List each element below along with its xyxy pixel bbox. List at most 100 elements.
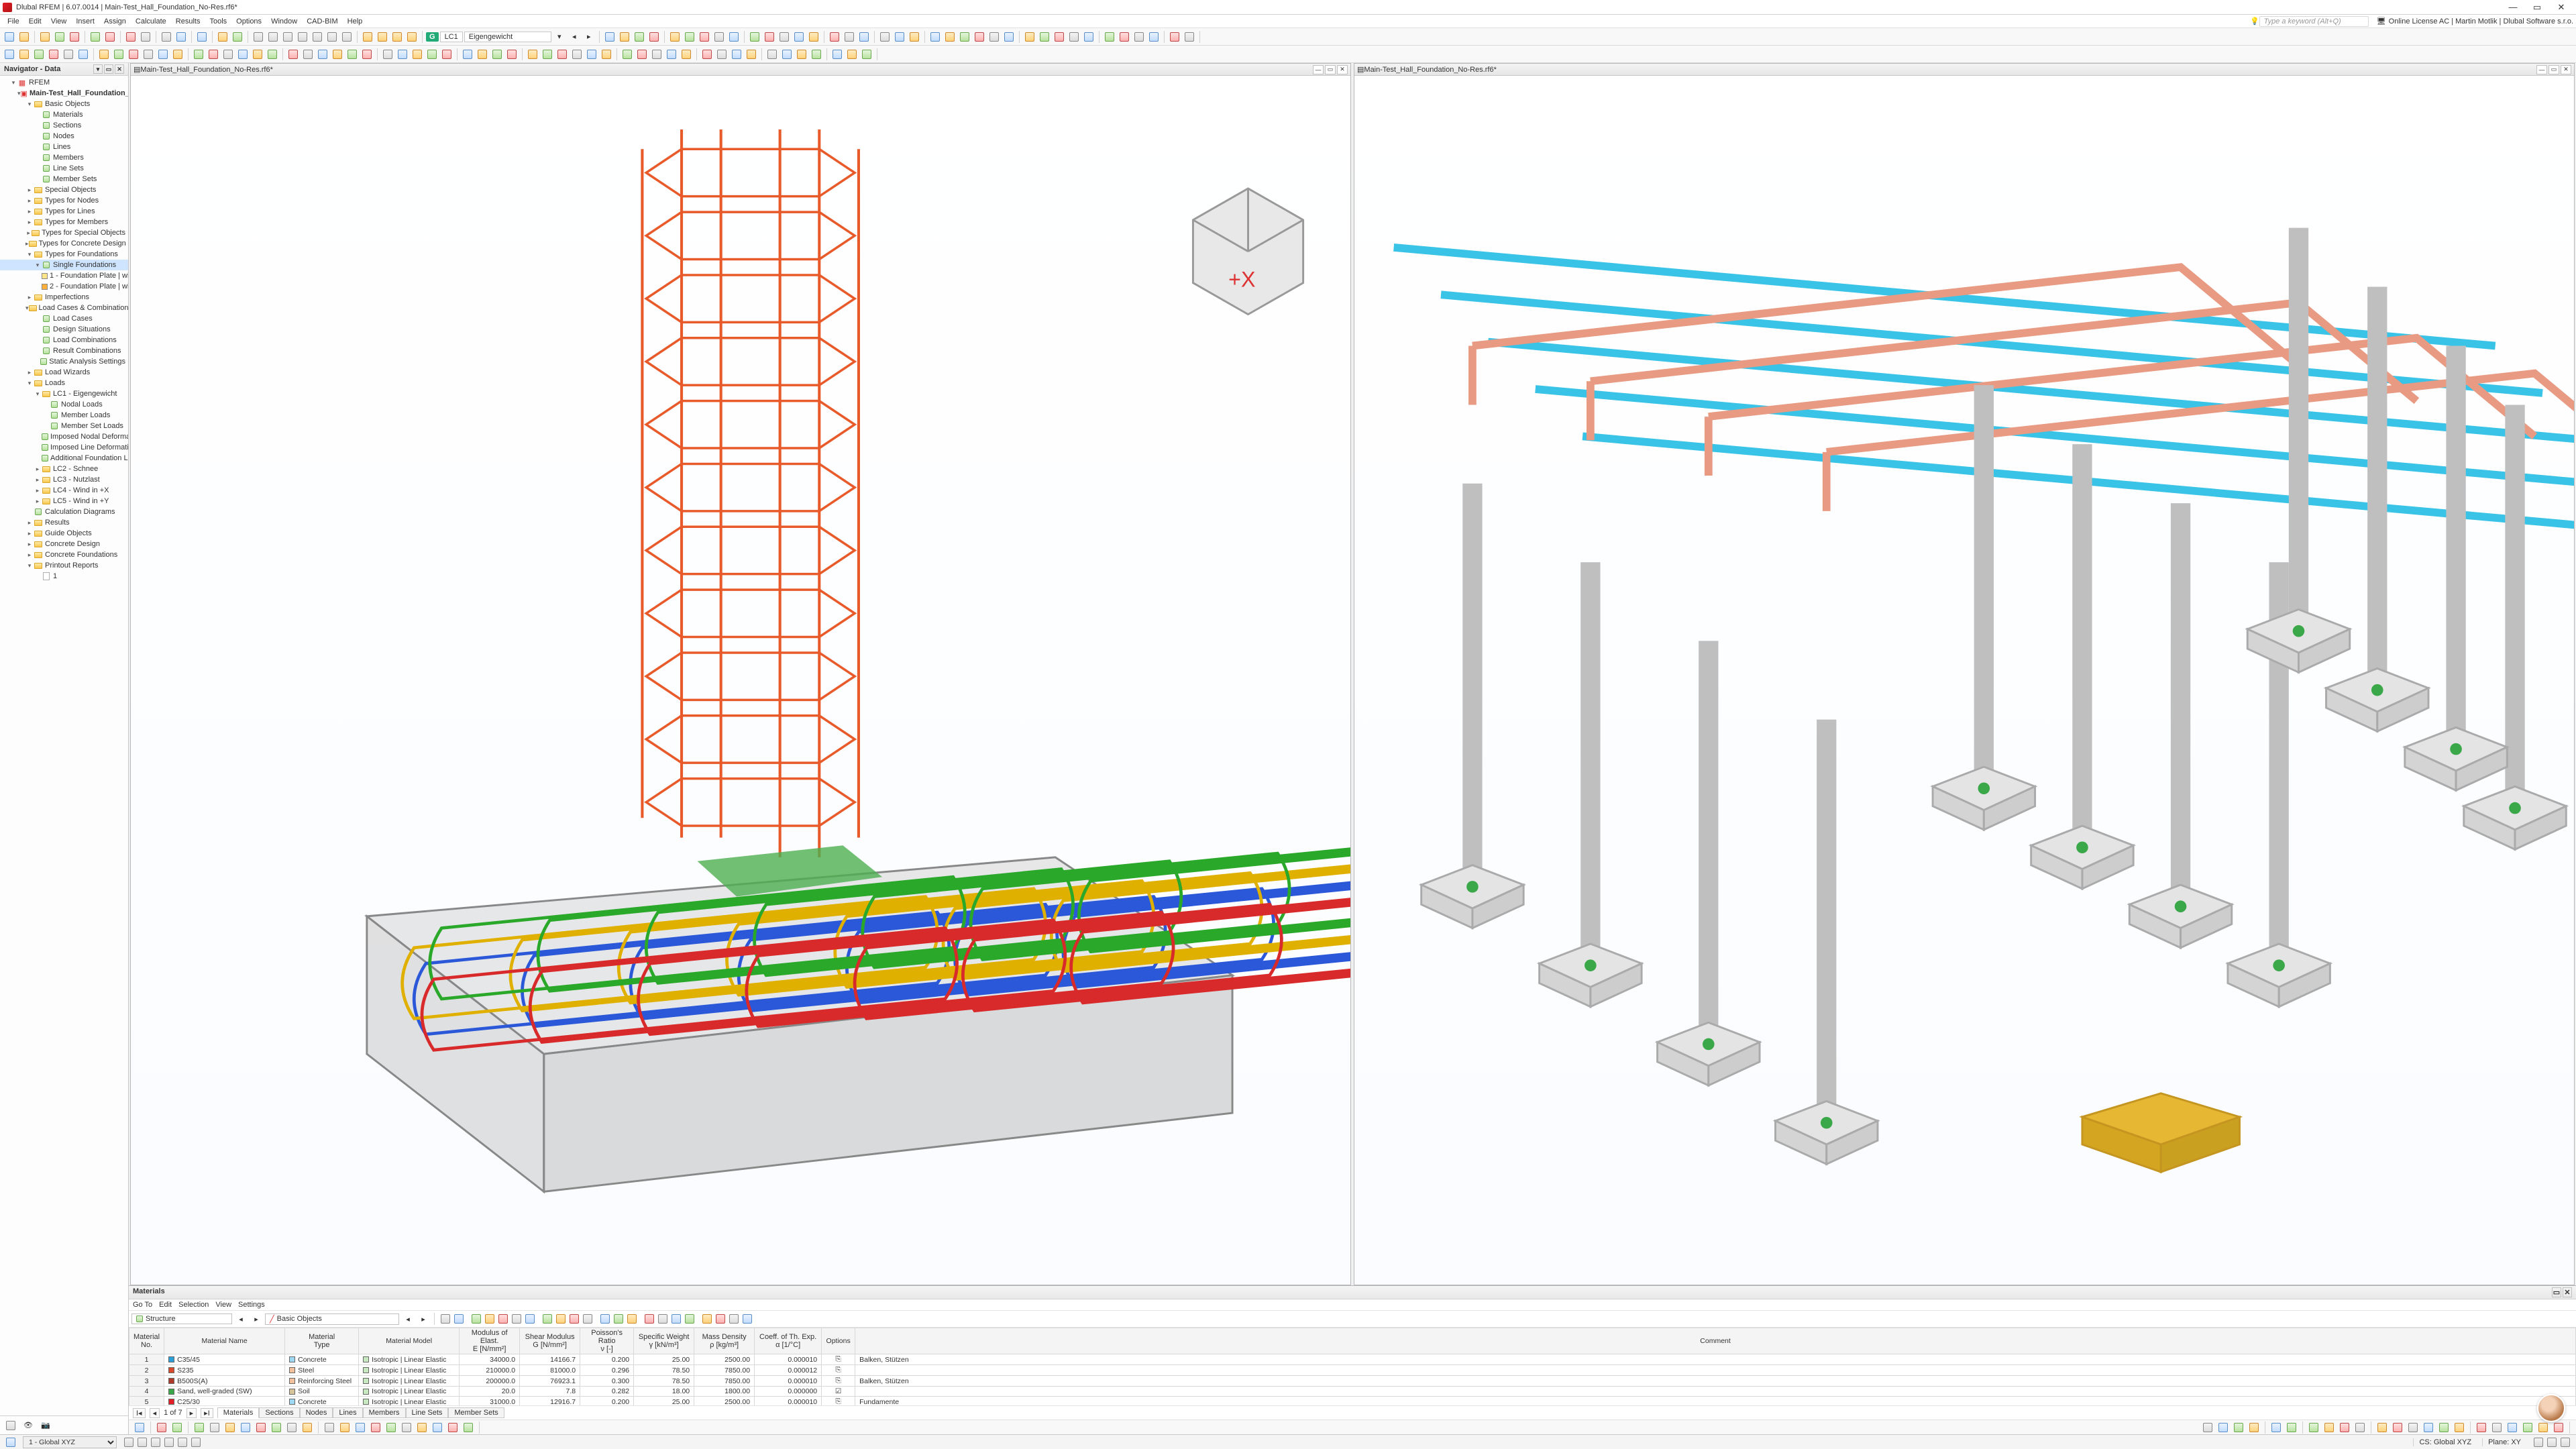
navigator-tree[interactable]: ▾▦ RFEM ▾▣ Main-Test_Hall_Foundation_No-… xyxy=(0,76,128,1415)
bottom-tool-button[interactable] xyxy=(2247,1421,2261,1434)
tree-twisty[interactable]: ▾ xyxy=(25,562,34,570)
toolbar-button[interactable] xyxy=(32,48,46,61)
toolbar-button[interactable] xyxy=(17,30,31,44)
toolbar-button[interactable] xyxy=(810,48,823,61)
tree-node[interactable]: 1 - Foundation Plate | without Groundw xyxy=(0,270,128,281)
bottom-tool-button[interactable] xyxy=(2216,1421,2230,1434)
toolbar-button[interactable] xyxy=(857,30,871,44)
materials-menu-view[interactable]: View xyxy=(215,1301,231,1309)
materials-tool-button[interactable] xyxy=(714,1312,727,1326)
next-button[interactable]: ▸ xyxy=(250,1312,263,1326)
tree-twisty[interactable]: ▾ xyxy=(25,101,34,108)
tree-node[interactable]: ▸ Special Objects xyxy=(0,184,128,195)
toolbar-button[interactable] xyxy=(476,48,489,61)
materials-tool-button[interactable] xyxy=(625,1312,639,1326)
toolbar-button[interactable] xyxy=(715,48,729,61)
materials-tab-lines[interactable]: Lines xyxy=(333,1407,362,1418)
bottom-tool-button[interactable] xyxy=(2232,1421,2245,1434)
tree-node[interactable]: ▸ LC3 - Nutzlast xyxy=(0,474,128,485)
toolbar-button[interactable] xyxy=(600,48,613,61)
toolbar-button[interactable] xyxy=(286,48,300,61)
toolbar-button[interactable] xyxy=(712,30,726,44)
bottom-tool-button[interactable] xyxy=(2552,1421,2565,1434)
status-tool-button[interactable] xyxy=(122,1436,136,1449)
nav-eye-icon[interactable]: 👁 xyxy=(21,1419,35,1432)
toolbar-button[interactable] xyxy=(17,48,31,61)
tree-node[interactable]: ▸ Imperfections xyxy=(0,292,128,303)
toolbar-button[interactable] xyxy=(236,48,250,61)
view-max-button[interactable]: ▭ xyxy=(2548,65,2559,74)
bottom-tool-button[interactable] xyxy=(170,1421,184,1434)
keyword-search[interactable]: Type a keyword (Alt+Q) xyxy=(2259,16,2369,27)
toolbar-button[interactable] xyxy=(192,48,205,61)
toolbar-button[interactable] xyxy=(1082,30,1095,44)
toolbar-button[interactable] xyxy=(301,48,315,61)
toolbar-button[interactable] xyxy=(621,48,634,61)
toolbar-button[interactable] xyxy=(331,48,344,61)
tree-node[interactable]: Member Set Loads xyxy=(0,421,128,431)
tree-node[interactable]: ▾▦ RFEM xyxy=(0,77,128,88)
toolbar-button[interactable] xyxy=(316,48,329,61)
materials-tool-button[interactable] xyxy=(483,1312,496,1326)
tree-node[interactable]: Member Sets xyxy=(0,174,128,184)
materials-tool-button[interactable] xyxy=(656,1312,669,1326)
tree-node[interactable]: 2 - Foundation Plate | without Groundw xyxy=(0,281,128,292)
menu-results[interactable]: Results xyxy=(171,16,205,27)
nav-camera-icon[interactable]: 📷 xyxy=(39,1419,52,1432)
tree-twisty[interactable]: ▸ xyxy=(34,498,42,505)
material-row[interactable]: 1 C35/45 Concrete Isotropic | Linear Ela… xyxy=(129,1354,2576,1365)
cs-icon[interactable] xyxy=(4,1436,17,1449)
toolbar-button[interactable] xyxy=(1168,30,1181,44)
toolbar-button[interactable] xyxy=(231,30,244,44)
toolbar-button[interactable] xyxy=(650,48,663,61)
tree-node[interactable]: Nodes xyxy=(0,131,128,142)
material-row[interactable]: 4 Sand, well-graded (SW) Soil Isotropic … xyxy=(129,1387,2576,1397)
bottom-tool-button[interactable] xyxy=(2475,1421,2488,1434)
status-tool-button[interactable] xyxy=(176,1436,189,1449)
tree-node[interactable]: ▸ LC4 - Wind in +X xyxy=(0,485,128,496)
toolbar-button[interactable] xyxy=(878,30,892,44)
toolbar-button[interactable] xyxy=(1002,30,1016,44)
bottom-tool-button[interactable] xyxy=(2506,1421,2519,1434)
menu-options[interactable]: Options xyxy=(231,16,266,27)
prev2-button[interactable]: ◂ xyxy=(401,1312,415,1326)
materials-tool-button[interactable] xyxy=(727,1312,741,1326)
status-tool-button[interactable] xyxy=(162,1436,176,1449)
materials-menu-edit[interactable]: Edit xyxy=(159,1301,172,1309)
materials-tool-button[interactable] xyxy=(700,1312,714,1326)
toolbar-button[interactable] xyxy=(360,48,374,61)
bottom-tool-button[interactable] xyxy=(369,1421,382,1434)
bottom-tool-button[interactable] xyxy=(2285,1421,2298,1434)
lc-dropdown-icon[interactable]: ▾ xyxy=(553,30,566,44)
toolbar-button[interactable] xyxy=(47,48,60,61)
tree-twisty[interactable]: ▸ xyxy=(25,186,34,194)
materials-tool-button[interactable] xyxy=(612,1312,625,1326)
bottom-tool-button[interactable] xyxy=(354,1421,367,1434)
toolbar-button[interactable] xyxy=(860,48,873,61)
toolbar-button[interactable] xyxy=(53,30,66,44)
materials-tool-button[interactable] xyxy=(669,1312,683,1326)
toolbar-button[interactable] xyxy=(647,30,661,44)
toolbar-button[interactable] xyxy=(112,48,125,61)
materials-tool-button[interactable] xyxy=(643,1312,656,1326)
toolbar-button[interactable] xyxy=(807,30,820,44)
toolbar-button[interactable] xyxy=(68,30,81,44)
nav-dropdown-button[interactable]: ▾ xyxy=(93,64,103,74)
tree-node[interactable]: Additional Foundation Loads xyxy=(0,453,128,464)
nav-pin-button[interactable]: ▭ xyxy=(104,64,113,74)
materials-tool-button[interactable] xyxy=(554,1312,568,1326)
nav-refresh-icon[interactable] xyxy=(4,1419,17,1432)
toolbar-button[interactable] xyxy=(281,30,294,44)
toolbar-button[interactable] xyxy=(1132,30,1146,44)
toolbar-button[interactable] xyxy=(221,48,235,61)
tree-node[interactable]: Calculation Diagrams xyxy=(0,506,128,517)
bottom-tool-button[interactable] xyxy=(301,1421,314,1434)
view-left-canvas[interactable]: +X xyxy=(131,76,1350,1285)
bottom-tool-button[interactable] xyxy=(193,1421,206,1434)
toolbar-button[interactable] xyxy=(603,30,616,44)
loadcase-selector[interactable]: G LC1 Eigengewicht ▾ ◂▸ xyxy=(426,30,596,44)
toolbar-button[interactable] xyxy=(252,30,265,44)
tree-twisty[interactable]: ▸ xyxy=(25,208,34,215)
tree-node[interactable]: ▸ Guide Objects xyxy=(0,528,128,539)
tree-node[interactable]: Lines xyxy=(0,142,128,152)
